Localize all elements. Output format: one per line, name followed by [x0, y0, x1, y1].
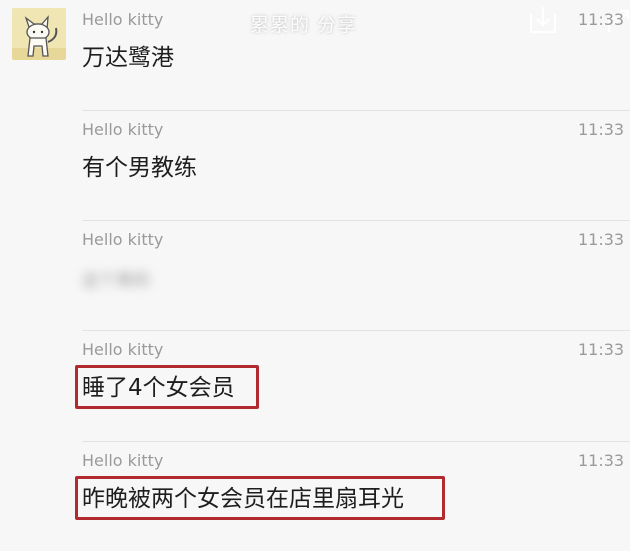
message-sender: Hello kitty [82, 340, 164, 359]
message-time: 11:33 [578, 451, 625, 470]
highlight-box [75, 365, 259, 409]
message-sender: Hello kitty [82, 451, 164, 470]
message-item: Hello kitty 11:33 睡了4个女会员 [0, 330, 630, 440]
message-text[interactable]: 有个男教练 [82, 153, 197, 183]
message-time: 11:33 [578, 10, 625, 29]
message-sender: Hello kitty [82, 10, 164, 29]
message-time: 11:33 [578, 120, 625, 139]
message-item: Hello kitty 11:33 这个男的 [0, 220, 630, 330]
message-time: 11:33 [578, 230, 625, 249]
divider [82, 441, 630, 442]
highlight-box [75, 476, 445, 520]
message-text[interactable]: 万达鹭港 [82, 43, 174, 73]
divider [82, 330, 630, 331]
message-sender: Hello kitty [82, 230, 164, 249]
message-item: Hello kitty 11:33 有个男教练 [0, 110, 630, 220]
message-item: Hello kitty 11:33 昨晚被两个女会员在店里扇耳光 [0, 441, 630, 551]
message-item: Hello kitty 11:33 万达鹭港 [0, 0, 630, 110]
divider [82, 110, 630, 111]
message-time: 11:33 [578, 340, 625, 359]
message-text-blurred[interactable]: 这个男的 [82, 266, 150, 296]
message-sender: Hello kitty [82, 120, 164, 139]
divider [82, 220, 630, 221]
